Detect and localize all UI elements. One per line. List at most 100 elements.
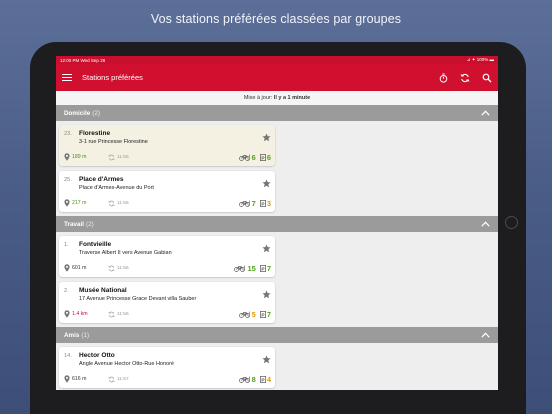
station-card[interactable]: 2. Musée National 17 Avenue Princesse Grac… xyxy=(59,282,275,323)
chevron-up-icon[interactable] xyxy=(481,110,490,116)
sync-icon xyxy=(108,311,115,318)
bikes-available: 8 xyxy=(251,374,256,384)
group-count: (1) xyxy=(81,331,90,339)
refresh-icon[interactable] xyxy=(460,73,470,83)
station-address: Traverse Albert II vers Avenue Gabian xyxy=(79,250,172,256)
star-icon[interactable] xyxy=(262,175,271,188)
group-header[interactable]: Domicile (2) xyxy=(56,105,498,121)
station-name: Musée National xyxy=(79,287,127,294)
docks-available: 3 xyxy=(266,198,271,208)
search-icon[interactable] xyxy=(482,73,492,83)
update-time: 11:56 xyxy=(117,265,129,271)
update-value: Il y a 1 minute xyxy=(273,95,311,101)
home-button xyxy=(505,216,518,229)
parking-icon: P xyxy=(259,310,266,318)
bike-icon xyxy=(238,375,251,383)
station-name: Place d'Armes xyxy=(79,176,124,183)
group-name: Travail xyxy=(64,220,84,228)
station-meta: 616 m 11:57 8 P 4 xyxy=(64,374,271,384)
sync-icon xyxy=(108,376,115,383)
docks-available: 4 xyxy=(266,374,271,384)
bikes-available: 6 xyxy=(251,152,256,162)
app-bar: Stations préférées xyxy=(56,64,498,91)
docks-available: 7 xyxy=(266,309,271,319)
location-pin-icon xyxy=(64,375,70,383)
docks-available: 7 xyxy=(266,263,271,273)
parking-icon: P xyxy=(259,153,266,161)
update-time: 11:56 xyxy=(117,311,129,317)
station-meta: 217 m 11:56 7 P 3 xyxy=(64,198,271,208)
bikes-available: 7 xyxy=(251,198,256,208)
chevron-up-icon[interactable] xyxy=(481,332,490,338)
sync-icon xyxy=(108,265,115,272)
star-icon[interactable] xyxy=(262,351,271,364)
groups-list: Domicile (2) 23. Florestine 3-1 rue Princess… xyxy=(56,105,498,390)
bike-icon xyxy=(238,310,251,318)
station-name: Florestine xyxy=(79,130,111,137)
group-header[interactable]: Travail (2) xyxy=(56,216,498,232)
update-time: 11:57 xyxy=(117,376,129,382)
app-screen: 12:00 PM Wed Sep 28 ⊿ ✦ 100% ▬ Stations … xyxy=(56,56,498,390)
star-icon[interactable] xyxy=(262,240,271,253)
bike-icon xyxy=(234,264,246,272)
bikes-available: 5 xyxy=(251,309,256,319)
station-number: 14. xyxy=(64,353,72,359)
station-address: 3-1 rue Princesse Florestine xyxy=(79,139,148,145)
station-meta: 1.4 km 11:56 5 P 7 xyxy=(64,309,271,319)
svg-text:P: P xyxy=(261,266,265,272)
bike-icon xyxy=(238,199,251,207)
station-meta: 601 m 11:56 15 P 7 xyxy=(64,263,271,273)
station-distance: 616 m xyxy=(72,376,87,382)
star-icon[interactable] xyxy=(262,286,271,299)
station-address: Angle Avenue Hector Otto-Rue Honoré xyxy=(79,361,174,367)
timer-icon[interactable] xyxy=(438,73,448,83)
status-time: 12:00 PM Wed Sep 28 xyxy=(60,57,106,63)
marketing-caption: Vos stations préférées classées par grou… xyxy=(150,12,402,26)
station-cards: 14. Hector Otto Angle Avenue Hector Otto-R… xyxy=(56,343,498,390)
group-name: Amis xyxy=(64,331,80,339)
station-name: Fontvieille xyxy=(79,241,112,248)
svg-text:P: P xyxy=(261,312,265,318)
group-header[interactable]: Amis (1) xyxy=(56,327,498,343)
station-number: 23. xyxy=(64,131,72,137)
group-count: (2) xyxy=(85,220,94,228)
station-card[interactable]: 25. Place d'Armes Place d'Armes-Avenue du … xyxy=(59,171,275,212)
status-battery: ⊿ ✦ 100% ▬ xyxy=(466,57,494,62)
station-distance: 217 m xyxy=(72,200,87,206)
app-title: Stations préférées xyxy=(82,73,143,82)
sync-icon xyxy=(108,200,115,207)
station-card[interactable]: 1. Fontvieille Traverse Albert II vers Ave… xyxy=(59,236,275,277)
svg-text:P: P xyxy=(261,201,265,207)
update-banner: Mise à jour: Il y a 1 minute xyxy=(56,91,498,105)
update-label: Mise à jour: xyxy=(243,95,273,101)
station-number: 1. xyxy=(64,242,69,248)
menu-icon[interactable] xyxy=(62,73,72,82)
parking-icon: P xyxy=(259,375,266,383)
station-distance: 601 m xyxy=(72,265,87,271)
station-meta: 189 m 11:55 6 P 6 xyxy=(64,152,271,162)
station-card[interactable]: 23. Florestine 3-1 rue Princesse Florestin… xyxy=(59,125,275,166)
status-bar: 12:00 PM Wed Sep 28 ⊿ ✦ 100% ▬ xyxy=(56,56,498,64)
update-time: 11:55 xyxy=(117,154,129,160)
parking-icon: P xyxy=(259,199,266,207)
station-number: 2. xyxy=(64,288,69,294)
station-address: 17 Avenue Princesse Grace Devant villa S… xyxy=(79,296,197,302)
station-card[interactable]: 14. Hector Otto Angle Avenue Hector Otto-R… xyxy=(59,347,275,388)
star-icon[interactable] xyxy=(262,129,271,142)
station-number: 25. xyxy=(64,177,72,183)
station-cards: 1. Fontvieille Traverse Albert II vers Ave… xyxy=(56,232,498,327)
svg-text:P: P xyxy=(261,377,265,383)
chevron-up-icon[interactable] xyxy=(481,221,490,227)
group-count: (2) xyxy=(92,109,100,117)
parking-icon: P xyxy=(259,264,266,272)
station-distance: 1.4 km xyxy=(72,311,88,317)
bikes-available: 15 xyxy=(247,263,256,273)
group-name: Domicile xyxy=(64,109,91,117)
location-pin-icon xyxy=(64,153,70,161)
station-address: Place d'Armes-Avenue du Port xyxy=(79,185,154,191)
location-pin-icon xyxy=(64,264,70,272)
bike-icon xyxy=(238,153,251,161)
station-distance: 189 m xyxy=(72,154,87,160)
location-pin-icon xyxy=(64,310,70,318)
station-cards: 23. Florestine 3-1 rue Princesse Florestin… xyxy=(56,121,498,216)
